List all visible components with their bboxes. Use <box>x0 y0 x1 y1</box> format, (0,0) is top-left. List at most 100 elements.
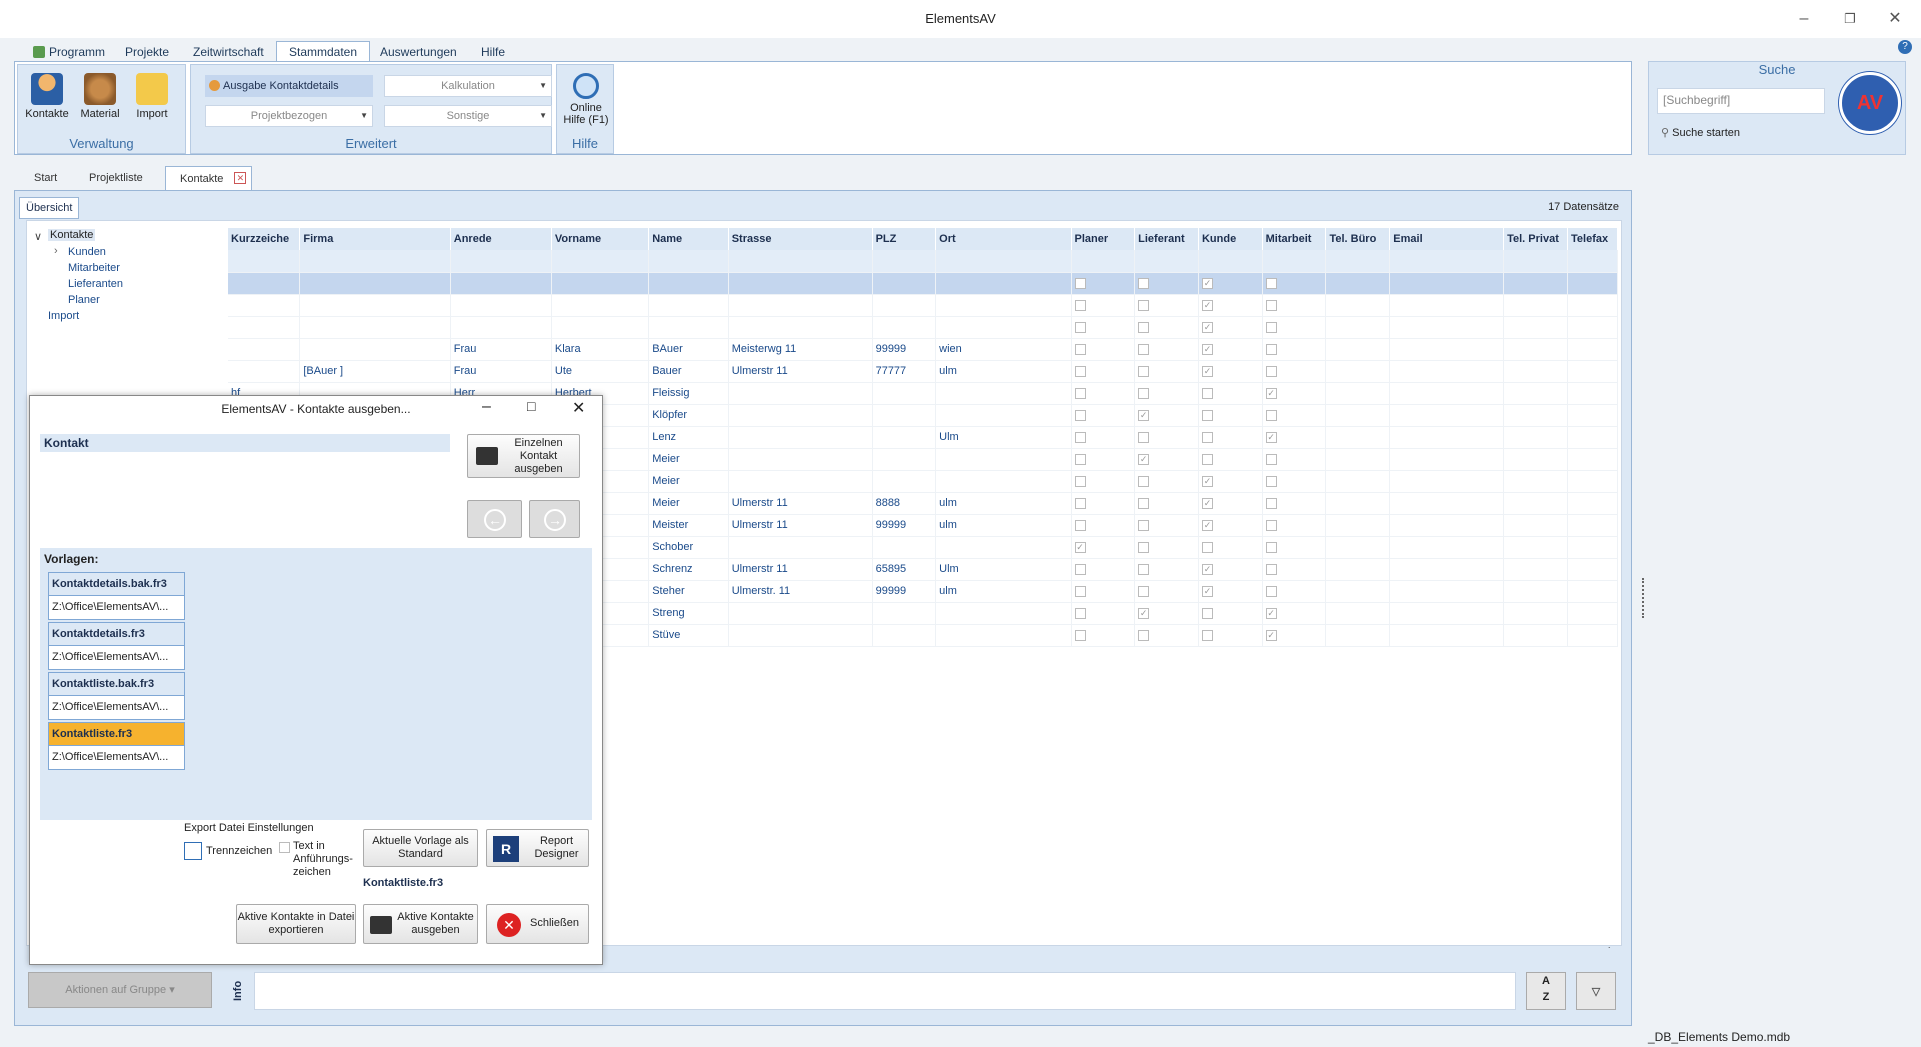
table-cell[interactable] <box>1389 360 1505 383</box>
checkbox[interactable] <box>1265 541 1277 553</box>
next-button[interactable]: → <box>529 500 580 538</box>
tab-kontakte[interactable]: Kontakte ✕ <box>165 166 253 190</box>
table-cell[interactable] <box>1503 338 1568 361</box>
table-cell[interactable] <box>1389 250 1505 273</box>
table-cell[interactable] <box>1567 536 1618 559</box>
table-cell[interactable]: Frau <box>450 338 552 361</box>
checkbox[interactable] <box>1138 277 1150 289</box>
table-cell[interactable] <box>1389 624 1505 647</box>
column-header[interactable]: Mitarbeit <box>1262 228 1327 250</box>
table-cell[interactable]: 99999 <box>872 338 937 361</box>
table-cell[interactable]: ✓ <box>1198 316 1263 339</box>
table-cell[interactable] <box>1567 404 1618 427</box>
column-header[interactable]: Lieferant <box>1134 228 1199 250</box>
template-item[interactable]: Kontaktdetails.bak.fr3 Z:\Office\Elements… <box>48 572 185 620</box>
table-cell[interactable] <box>872 602 937 625</box>
table-cell[interactable] <box>1503 492 1568 515</box>
column-header[interactable]: Tel. Büro <box>1325 228 1391 250</box>
table-cell[interactable] <box>1262 316 1327 339</box>
table-cell[interactable]: ✓ <box>1198 514 1263 537</box>
table-cell[interactable]: Ulm <box>935 558 1072 581</box>
table-cell[interactable] <box>648 250 729 273</box>
table-cell[interactable] <box>1325 470 1391 493</box>
table-cell[interactable]: ✓ <box>1198 492 1263 515</box>
table-cell[interactable] <box>872 448 937 471</box>
table-cell[interactable] <box>1262 470 1327 493</box>
help-icon[interactable]: ? <box>1898 40 1912 54</box>
table-row[interactable]: ✓ <box>228 294 1618 317</box>
table-cell[interactable] <box>1503 558 1568 581</box>
checkbox[interactable] <box>1138 343 1150 355</box>
table-cell[interactable] <box>228 316 301 339</box>
table-cell[interactable]: Ulmerstr. 11 <box>728 580 873 603</box>
table-cell[interactable] <box>648 272 729 295</box>
minimize-button[interactable]: – <box>1789 8 1819 30</box>
table-cell[interactable] <box>935 470 1072 493</box>
checkbox[interactable] <box>1201 387 1213 399</box>
table-cell[interactable] <box>1389 558 1505 581</box>
table-cell[interactable]: Bauer <box>648 360 729 383</box>
checkbox[interactable] <box>1265 299 1277 311</box>
table-cell[interactable] <box>1071 338 1136 361</box>
ausgabe-kontaktdetails-button[interactable]: Ausgabe Kontaktdetails <box>205 75 373 97</box>
table-cell[interactable] <box>728 602 873 625</box>
checkbox[interactable] <box>1265 365 1277 377</box>
table-cell[interactable] <box>1503 316 1568 339</box>
table-cell[interactable] <box>872 272 937 295</box>
table-cell[interactable] <box>1325 250 1391 273</box>
tab-projektliste[interactable]: Projektliste <box>75 166 157 190</box>
table-cell[interactable] <box>1503 404 1568 427</box>
table-cell[interactable] <box>728 426 873 449</box>
table-cell[interactable] <box>1503 580 1568 603</box>
table-cell[interactable]: Lenz <box>648 426 729 449</box>
table-cell[interactable] <box>1567 624 1618 647</box>
checkbox[interactable] <box>1201 629 1213 641</box>
table-cell[interactable]: 65895 <box>872 558 937 581</box>
checkbox[interactable] <box>1265 585 1277 597</box>
table-cell[interactable] <box>1503 448 1568 471</box>
search-start-button[interactable]: ⚲ Suche starten <box>1661 126 1740 139</box>
table-cell[interactable] <box>1567 426 1618 449</box>
table-cell[interactable] <box>1567 360 1618 383</box>
checkbox[interactable] <box>1074 519 1086 531</box>
table-cell[interactable] <box>228 360 301 383</box>
table-cell[interactable]: ✓ <box>1198 272 1263 295</box>
table-cell[interactable]: ulm <box>935 492 1072 515</box>
checkbox[interactable] <box>1074 563 1086 575</box>
template-item-selected[interactable]: Kontaktliste.fr3 Z:\Office\ElementsAV\... <box>48 722 185 770</box>
menu-programm[interactable]: Programm <box>20 41 118 62</box>
checkbox[interactable] <box>1074 365 1086 377</box>
table-cell[interactable] <box>728 272 873 295</box>
tree-item-planer[interactable]: Planer <box>68 294 100 306</box>
table-cell[interactable] <box>1503 470 1568 493</box>
table-cell[interactable]: ✓ <box>1198 360 1263 383</box>
table-cell[interactable]: ✓ <box>1262 382 1327 405</box>
table-cell[interactable] <box>1134 360 1199 383</box>
table-cell[interactable] <box>935 624 1072 647</box>
table-cell[interactable] <box>1567 514 1618 537</box>
checkbox-checked[interactable]: ✓ <box>1265 607 1277 619</box>
column-header[interactable]: Kurzzeiche <box>228 228 301 250</box>
kontakte-button[interactable]: Kontakte <box>24 69 70 131</box>
table-cell[interactable] <box>1262 294 1327 317</box>
set-default-template-button[interactable]: Aktuelle Vorlage als Standard <box>363 829 478 867</box>
table-cell[interactable] <box>299 272 451 295</box>
table-cell[interactable] <box>1071 404 1136 427</box>
checkbox[interactable] <box>1265 563 1277 575</box>
table-cell[interactable] <box>728 294 873 317</box>
checkbox[interactable] <box>1074 607 1086 619</box>
table-cell[interactable] <box>1198 426 1263 449</box>
table-cell[interactable] <box>1325 448 1391 471</box>
table-cell[interactable] <box>1134 580 1199 603</box>
table-cell[interactable] <box>935 448 1072 471</box>
checkbox-checked[interactable]: ✓ <box>1201 365 1213 377</box>
table-cell[interactable] <box>1134 514 1199 537</box>
table-cell[interactable] <box>1503 272 1568 295</box>
table-cell[interactable] <box>1262 360 1327 383</box>
table-cell[interactable] <box>872 316 937 339</box>
table-cell[interactable] <box>1262 558 1327 581</box>
table-cell[interactable] <box>1262 492 1327 515</box>
table-cell[interactable] <box>450 250 552 273</box>
checkbox[interactable] <box>1074 321 1086 333</box>
export-contacts-button[interactable]: Aktive Kontakte in Datei exportieren <box>236 904 356 944</box>
